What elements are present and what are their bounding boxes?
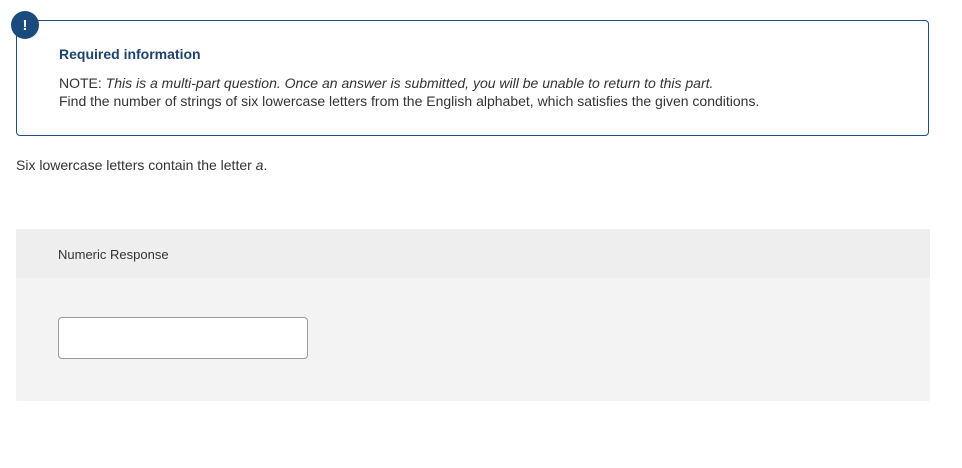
page: ! Required information NOTE: This is a m…: [0, 0, 962, 468]
question-text: Six lowercase letters contain the letter…: [16, 157, 267, 173]
info-instruction: Find the number of strings of six lowerc…: [59, 93, 760, 109]
exclamation-glyph: !: [22, 16, 28, 34]
info-title: Required information: [59, 46, 201, 62]
numeric-response-input[interactable]: [58, 317, 308, 359]
info-note: NOTE: This is a multi-part question. Onc…: [59, 74, 713, 92]
exclamation-icon: !: [11, 11, 39, 39]
question-suffix: .: [263, 157, 268, 173]
response-label: Numeric Response: [58, 247, 169, 262]
required-information-box: Required information NOTE: This is a mul…: [16, 20, 929, 136]
question-body: Six lowercase letters contain the letter: [16, 157, 256, 173]
numeric-response-panel: Numeric Response: [16, 229, 930, 401]
note-text: This is a multi-part question. Once an a…: [105, 75, 714, 91]
response-header: Numeric Response: [16, 229, 930, 278]
note-prefix: NOTE:: [59, 75, 106, 91]
